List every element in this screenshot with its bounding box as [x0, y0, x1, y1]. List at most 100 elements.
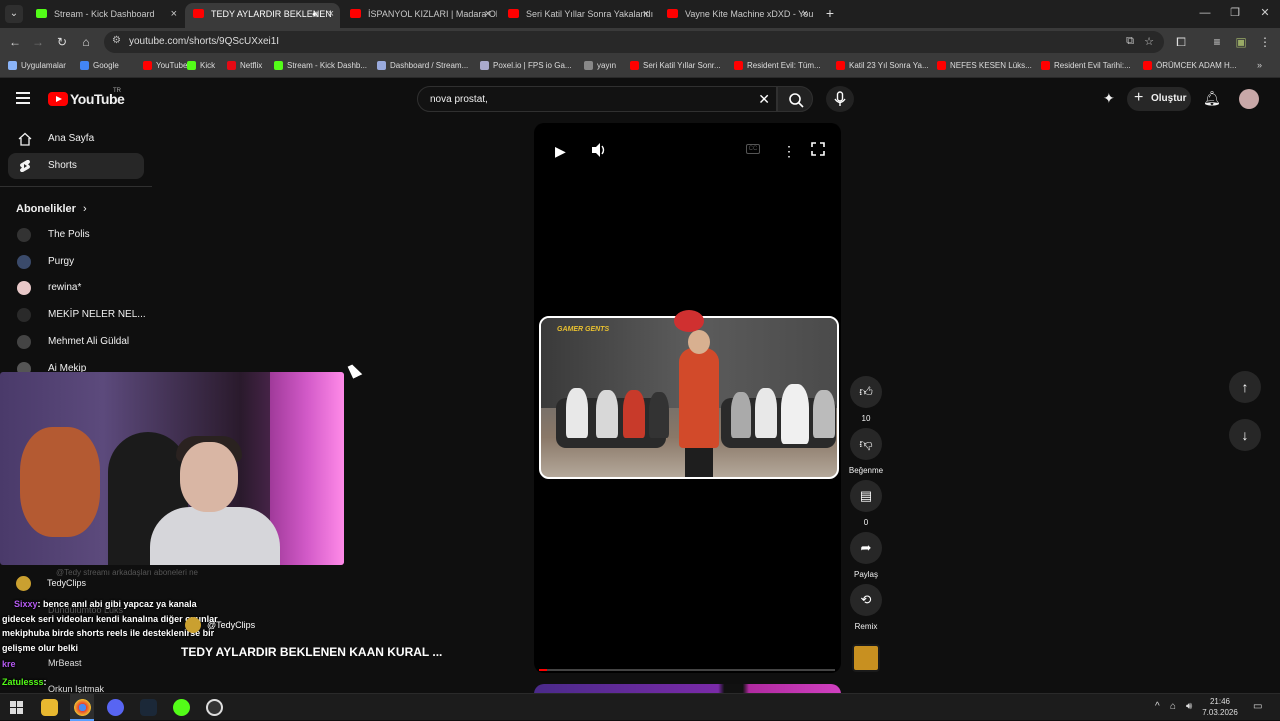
media-icon[interactable]: ≡ — [1208, 33, 1226, 51]
discord-icon[interactable] — [107, 699, 124, 716]
dislike-action[interactable]: 👎︎ Beğenme — [848, 428, 884, 475]
shorts-player[interactable]: ▶ CC ⋮ GAMER GENTS — [534, 123, 841, 673]
under-list-item[interactable]: MrBeast — [48, 658, 82, 668]
menu-kebab-icon[interactable]: ⋮ — [1256, 33, 1274, 51]
share-arrow-icon[interactable]: ➦ — [850, 532, 882, 564]
bookmark-item[interactable]: Seri Katil Yıllar Sonr... — [630, 61, 721, 70]
clock[interactable]: 21:46 7.03.2026 — [1200, 696, 1240, 718]
file-explorer-icon[interactable] — [41, 699, 58, 716]
bookmark-item[interactable]: Google — [80, 61, 119, 70]
bookmark-item[interactable]: NEFES KESEN Lüks... — [937, 61, 1032, 70]
account-avatar[interactable] — [1239, 89, 1259, 109]
tab-close-icon[interactable]: × — [485, 3, 491, 25]
close-window-icon[interactable]: ✕ — [1250, 3, 1280, 23]
bookmark-item[interactable]: yayın — [584, 61, 616, 70]
notification-center-icon[interactable]: ▭ — [1253, 701, 1262, 712]
short-video-frame[interactable]: GAMER GENTS — [539, 316, 839, 479]
tab-3[interactable]: İSPANYOL KIZLARI | Madara Ol × — [342, 3, 497, 28]
comments-action[interactable]: ▤ 0 — [848, 480, 884, 527]
short-title[interactable]: TEDY AYLARDIR BEKLENEN KAAN KURAL ... — [181, 645, 442, 659]
menu-icon[interactable] — [16, 92, 30, 104]
chrome-icon[interactable] — [74, 699, 91, 716]
next-short-button[interactable]: ↓ — [1229, 419, 1261, 451]
youtube-logo[interactable]: YouTube TR — [48, 88, 148, 107]
video-progress-bar[interactable] — [539, 669, 835, 671]
tab-search-button[interactable]: ⌄ — [5, 5, 23, 23]
restore-icon[interactable]: ❐ — [1220, 3, 1250, 23]
obs-icon[interactable] — [206, 699, 223, 716]
extensions-icon[interactable]: ⧠ — [1172, 33, 1190, 51]
more-bookmarks-icon[interactable]: » — [1257, 60, 1262, 70]
tab-close-icon[interactable]: × — [643, 3, 649, 25]
premium-spark-icon[interactable]: ✦ — [1103, 90, 1115, 107]
audio-thumbnail[interactable] — [852, 644, 880, 672]
search-input[interactable]: nova prostat, ✕ — [417, 86, 777, 112]
forward-icon[interactable]: → — [29, 33, 47, 51]
site-info-icon[interactable]: ⚙ — [112, 35, 121, 46]
subscription-item[interactable]: rewina* — [0, 277, 152, 299]
subscription-item[interactable]: Mehmet Ali Güldal — [0, 331, 152, 353]
like-action[interactable]: 👍︎ 10 — [848, 376, 884, 423]
back-icon[interactable]: ← — [6, 33, 24, 51]
bookmark-item[interactable]: Netflix — [227, 61, 262, 70]
bookmark-item[interactable]: Katil 23 Yıl Sonra Ya... — [836, 61, 929, 70]
tab-close-icon[interactable]: × — [171, 3, 177, 25]
bookmark-item[interactable]: Uygulamalar — [8, 61, 66, 70]
remix-icon[interactable]: ⟲ — [850, 584, 882, 616]
speaker-icon[interactable]: 🔊︎ — [1186, 701, 1192, 712]
tab-audio-icon[interactable]: 🔊︎ — [312, 3, 318, 25]
more-options-icon[interactable]: ⋮ — [782, 143, 796, 160]
bookmark-item[interactable]: ÖRÜMCEK ADAM H... — [1143, 61, 1236, 70]
tab-close-icon[interactable]: × — [328, 3, 334, 25]
thumbs-up-icon[interactable]: 👍︎ — [850, 376, 882, 408]
profile-icon[interactable]: ▣ — [1232, 33, 1250, 51]
sidebar-item-home[interactable]: Ana Sayfa — [8, 126, 144, 152]
thumbs-down-icon[interactable]: 👎︎ — [850, 428, 882, 460]
bookmark-star-icon[interactable]: ☆ — [1144, 35, 1154, 48]
search-button[interactable] — [777, 86, 813, 112]
volume-icon[interactable] — [590, 142, 608, 158]
address-bar[interactable]: ⚙ youtube.com/shorts/9QScUXxei1I ⧉ ☆ — [104, 31, 1164, 53]
tab-4[interactable]: Seri Katil Yıllar Sonra Yakalandı × — [500, 3, 655, 28]
subscription-item[interactable]: MEKİP NELER NEL... — [0, 304, 152, 326]
tab-2[interactable]: TEDY AYLARDIR BEKLENEN 🔊︎ × — [185, 3, 340, 28]
subscriptions-header[interactable]: Abonelikler › — [16, 203, 87, 215]
new-tab-button[interactable]: + — [822, 3, 838, 23]
tab-close-icon[interactable]: × — [802, 3, 808, 25]
bookmark-item[interactable]: Kick — [187, 61, 215, 70]
bookmark-item[interactable]: Stream - Kick Dashb... — [274, 61, 367, 70]
bookmark-item[interactable]: YouTube — [143, 61, 187, 70]
windows-start-icon[interactable] — [8, 699, 25, 716]
home-icon[interactable]: ⌂ — [77, 33, 95, 51]
reload-icon[interactable]: ↻ — [53, 33, 71, 51]
clear-search-icon[interactable]: ✕ — [758, 91, 770, 108]
short-channel[interactable]: @TedyClips — [181, 617, 255, 633]
network-icon[interactable]: ⌂ — [1170, 701, 1176, 712]
remix-action[interactable]: ⟲ Remix — [848, 584, 884, 631]
bookmark-item[interactable]: Resident Evil: Tüm... — [734, 61, 821, 70]
bookmark-item[interactable]: Resident Evil Tarihi:... — [1041, 61, 1131, 70]
share-action[interactable]: ➦ Paylaş — [848, 532, 884, 579]
steam-icon[interactable] — [140, 699, 157, 716]
tray-chevron-icon[interactable]: ^ — [1155, 701, 1160, 712]
create-button[interactable]: Oluştur — [1127, 86, 1191, 111]
tab-favicon-icon — [508, 9, 519, 18]
fullscreen-icon[interactable] — [811, 142, 825, 156]
captions-icon[interactable]: CC — [746, 144, 760, 154]
install-icon[interactable]: ⧉ — [1126, 35, 1134, 48]
comment-icon[interactable]: ▤ — [850, 480, 882, 512]
notifications-bell-icon[interactable]: 🔔︎ — [1203, 90, 1221, 107]
bookmark-item[interactable]: Poxel.io | FPS io Ga... — [480, 61, 572, 70]
subscription-item[interactable]: The Polis — [0, 224, 152, 246]
previous-short-button[interactable]: ↑ — [1229, 371, 1261, 403]
under-list-item[interactable]: TedyClips — [16, 576, 86, 591]
sidebar-item-shorts[interactable]: Shorts — [8, 153, 144, 179]
kick-app-icon[interactable] — [173, 699, 190, 716]
subscription-item[interactable]: Purgy — [0, 251, 152, 273]
tab-5[interactable]: Vayne Kite Machine xDXD - You × — [659, 3, 814, 28]
bookmark-item[interactable]: Dashboard / Stream... — [377, 61, 468, 70]
voice-search-button[interactable] — [826, 86, 854, 112]
play-icon[interactable]: ▶ — [555, 143, 566, 160]
minimize-icon[interactable]: — — [1190, 3, 1220, 23]
tab-1[interactable]: Stream - Kick Dashboard × — [28, 3, 183, 28]
